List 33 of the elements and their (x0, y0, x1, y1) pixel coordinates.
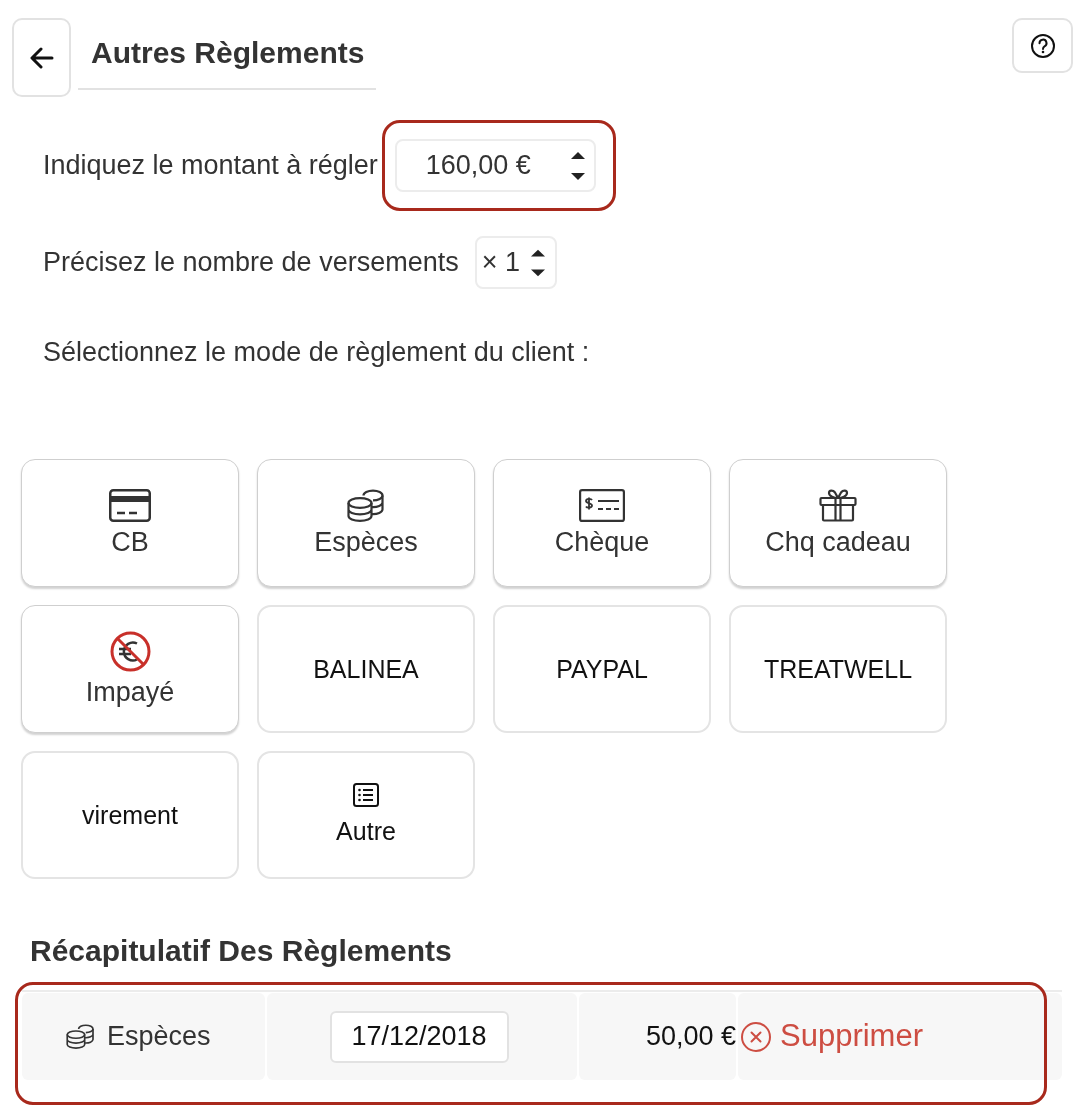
payment-mode-button[interactable]: Chq cadeau (729, 459, 947, 587)
back-arrow-icon (29, 45, 54, 70)
instruction-text: Sélectionnez le mode de règlement du client : (43, 336, 590, 369)
back-button[interactable] (12, 18, 71, 97)
payment-mode-button[interactable]: BALINEA (257, 605, 475, 733)
help-icon (1030, 33, 1055, 58)
amount-field[interactable]: 160,00 € (394, 139, 596, 192)
date-field[interactable]: 17/12/2018 (329, 1010, 509, 1063)
coins-icon (66, 1024, 95, 1049)
payment-mode-button[interactable]: TREATWELL (729, 605, 947, 733)
page-title: Autres Règlements (91, 35, 365, 71)
delete-button[interactable]: Supprimer (741, 1013, 923, 1060)
payment-mode-button[interactable]: Espèces (257, 459, 475, 587)
help-button[interactable] (1012, 18, 1073, 73)
installments-stepper[interactable]: × 1 (474, 236, 557, 289)
payment-mode-button[interactable]: virement (21, 751, 239, 879)
cheque-icon (579, 488, 625, 522)
payment-mode-button[interactable]: Autre (257, 751, 475, 879)
payment-mode-button[interactable]: Impayé (21, 605, 239, 733)
payment-mode-button[interactable]: CB (21, 459, 239, 587)
close-circle-icon (741, 1021, 771, 1052)
crossed-euro-icon (109, 630, 151, 672)
payment-mode-text: Espèces (107, 1020, 211, 1054)
coins-icon (347, 488, 385, 522)
card-icon (109, 488, 151, 522)
amount-text: 50,00 € (645, 1020, 736, 1054)
field-label: Indiquez le montant à régler (43, 149, 378, 183)
section-heading: Récapitulatif Des Règlements (30, 933, 452, 969)
list-icon (353, 783, 379, 807)
gift-icon (819, 488, 857, 522)
payment-mode-button[interactable]: Chèque (493, 459, 711, 587)
payment-mode-button[interactable]: PAYPAL (493, 605, 711, 733)
field-label: Précisez le nombre de versements (43, 246, 459, 280)
